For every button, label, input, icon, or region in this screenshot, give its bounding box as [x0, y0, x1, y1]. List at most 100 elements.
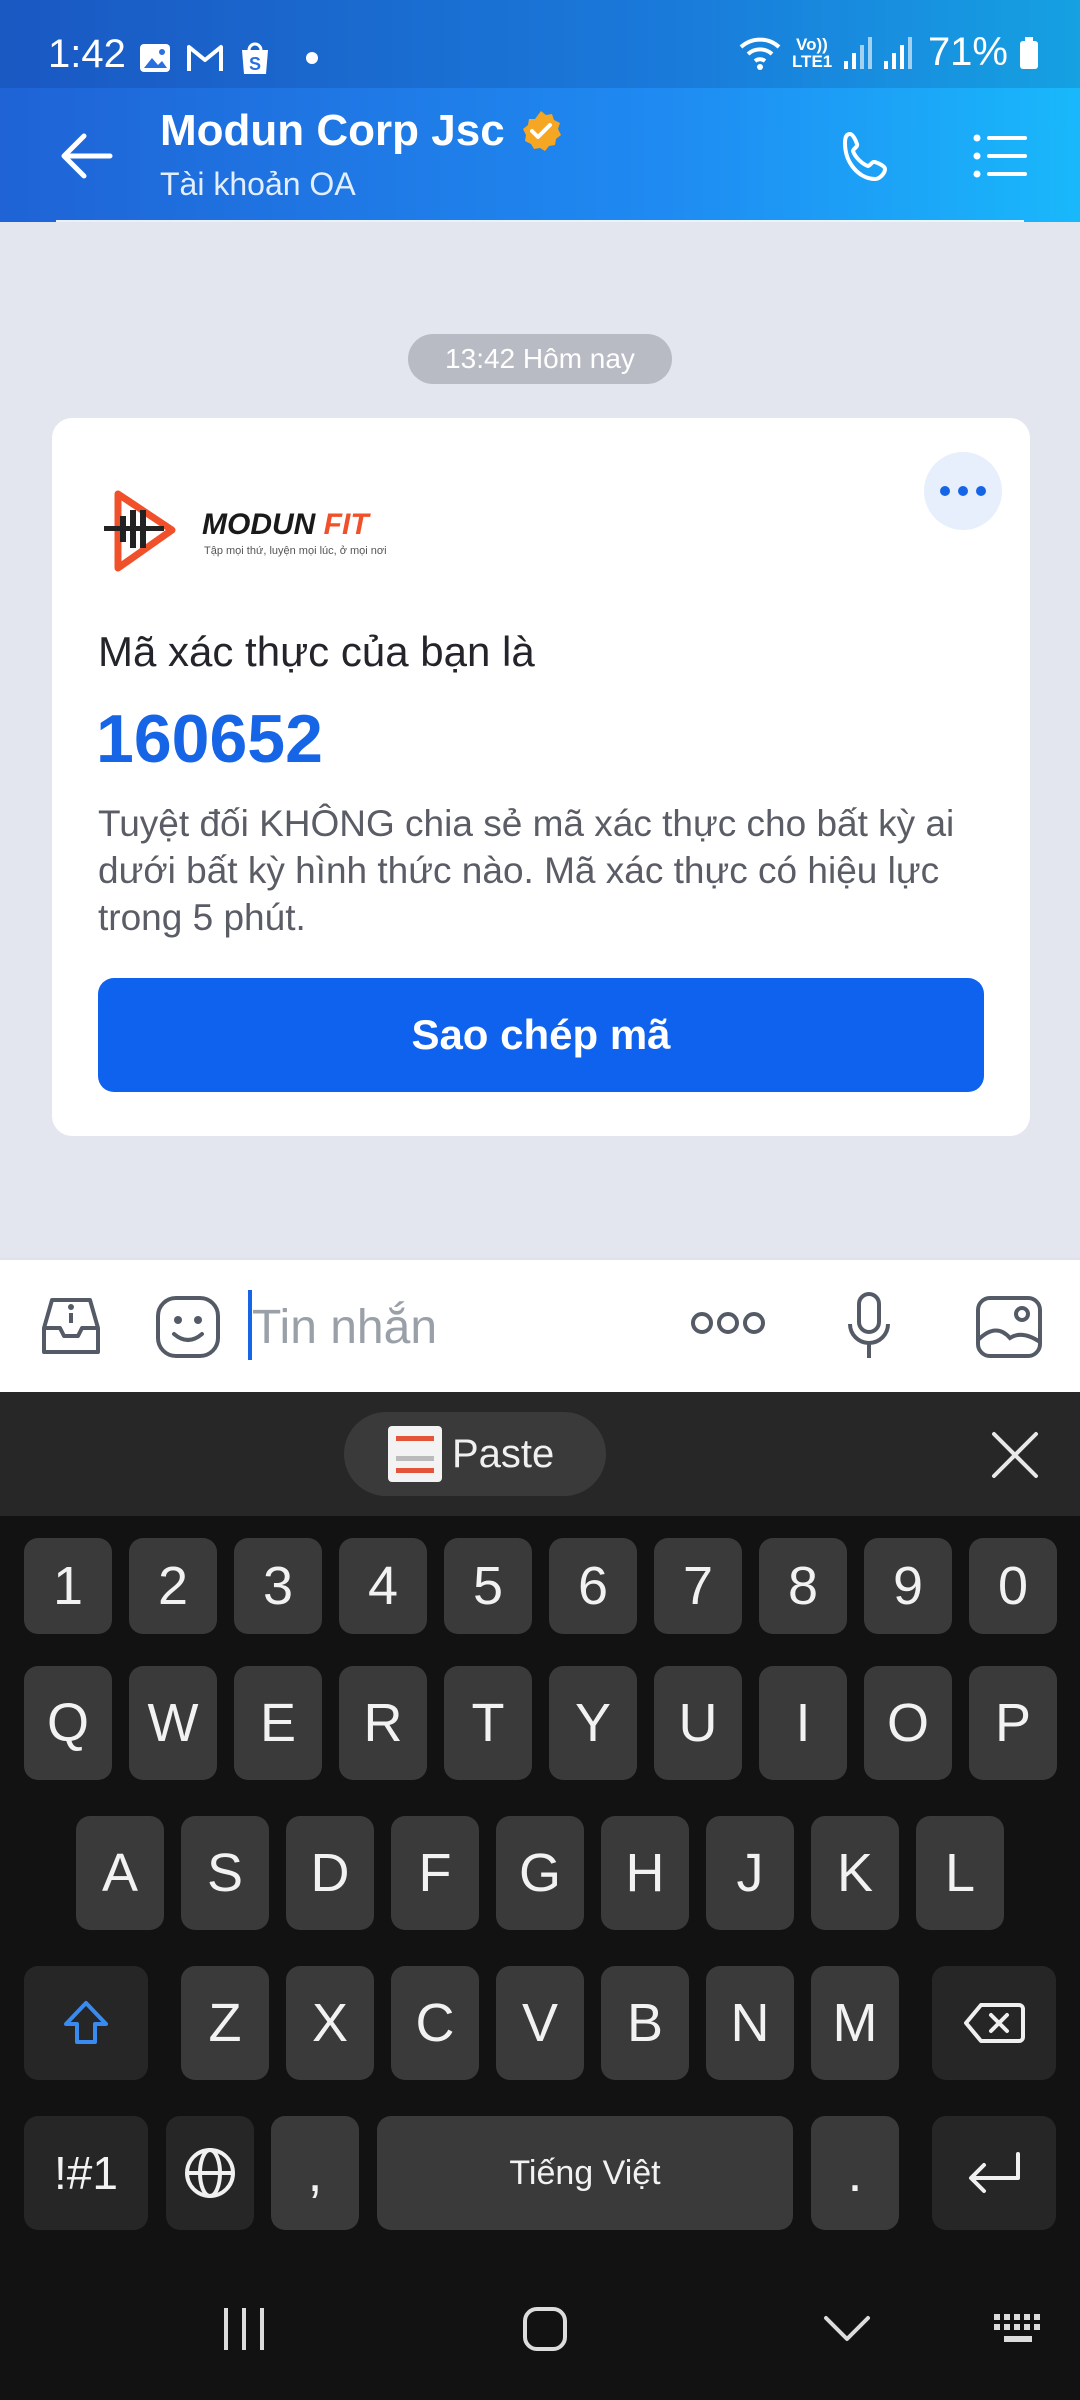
- key-p[interactable]: P: [969, 1666, 1057, 1780]
- verified-badge-icon: [522, 111, 561, 151]
- emoji-sticker-icon[interactable]: [154, 1294, 222, 1360]
- status-time: 1:42: [48, 32, 126, 76]
- key-z[interactable]: Z: [181, 1966, 269, 2080]
- app-bar: Modun Corp Jsc Tài khoản OA: [0, 88, 1080, 222]
- language-key[interactable]: [166, 2116, 254, 2230]
- status-right: Vo)) LTE1 71%: [738, 30, 1040, 75]
- key-0[interactable]: 0: [969, 1538, 1057, 1634]
- key-l[interactable]: L: [916, 1816, 1004, 1930]
- back-arrow-icon[interactable]: [56, 128, 116, 184]
- clipboard-thumbnail: [388, 1426, 442, 1482]
- key-9[interactable]: 9: [864, 1538, 952, 1634]
- copy-code-button[interactable]: Sao chép mã: [98, 978, 984, 1092]
- key-i[interactable]: I: [759, 1666, 847, 1780]
- dot-icon: [958, 486, 968, 496]
- paste-suggestion-chip[interactable]: Paste: [344, 1412, 606, 1496]
- home-icon[interactable]: [520, 2304, 570, 2354]
- key-f[interactable]: F: [391, 1816, 479, 1930]
- key-k[interactable]: K: [811, 1816, 899, 1930]
- otp-description: Tuyệt đối KHÔNG chia sẻ mã xác thực cho …: [98, 803, 955, 938]
- space-bar[interactable]: Tiếng Việt: [377, 2116, 793, 2230]
- recent-apps-icon[interactable]: [218, 2304, 270, 2354]
- key-a[interactable]: A: [76, 1816, 164, 1930]
- key-4[interactable]: 4: [339, 1538, 427, 1634]
- key-j[interactable]: J: [706, 1816, 794, 1930]
- chat-subtitle: Tài khoản OA: [160, 166, 356, 202]
- period-key[interactable]: .: [811, 2116, 899, 2230]
- close-icon[interactable]: [990, 1430, 1040, 1480]
- key-1[interactable]: 1: [24, 1538, 112, 1634]
- backspace-key[interactable]: [932, 1966, 1056, 2080]
- image-gallery-icon[interactable]: [974, 1294, 1044, 1360]
- key-s[interactable]: S: [181, 1816, 269, 1930]
- signal-icon-1: [843, 36, 872, 69]
- paste-label: Paste: [452, 1431, 555, 1476]
- svg-text:Tập mọi thứ, luyện mọi lúc, ở: Tập mọi thứ, luyện mọi lúc, ở mọi nơi: [204, 545, 387, 557]
- otp-code: 160652: [96, 701, 323, 777]
- key-y[interactable]: Y: [549, 1666, 637, 1780]
- key-3[interactable]: 3: [234, 1538, 322, 1634]
- title-row[interactable]: Modun Corp Jsc: [160, 106, 563, 156]
- inbox-info-icon[interactable]: [36, 1294, 106, 1360]
- chat-title[interactable]: Modun Corp Jsc: [160, 106, 505, 156]
- wifi-icon: [739, 37, 781, 70]
- key-g[interactable]: G: [496, 1816, 584, 1930]
- otp-message-card[interactable]: MODUN FIT Tập mọi thứ, luyện mọi lúc, ở …: [52, 418, 1030, 1136]
- backspace-icon: [964, 2003, 1025, 2043]
- globe-icon: [185, 2148, 235, 2198]
- enter-key[interactable]: [932, 2116, 1056, 2230]
- battery-icon: [1020, 36, 1038, 69]
- chat-area[interactable]: 13:42 Hôm nay MODUN FIT Tập mọi thứ, luy…: [0, 222, 1080, 1258]
- key-o[interactable]: O: [864, 1666, 952, 1780]
- key-c[interactable]: C: [391, 1966, 479, 2080]
- shift-icon: [64, 2001, 108, 2044]
- header: 1:42 S Vo)) LTE1 71% Modun Corp Jsc Tài …: [0, 0, 1080, 224]
- signal-icon-2: [883, 36, 912, 69]
- more-dots-icon[interactable]: [690, 1308, 766, 1338]
- svg-text:MODUN FIT: MODUN FIT: [202, 508, 371, 541]
- phone-call-icon[interactable]: [836, 128, 896, 188]
- status-bar: 1:42 S Vo)) LTE1 71%: [0, 0, 1080, 88]
- symbols-key[interactable]: !#1: [24, 2116, 148, 2230]
- key-t[interactable]: T: [444, 1666, 532, 1780]
- system-navigation-bar: [0, 2262, 1080, 2400]
- keyboard-switch-icon[interactable]: [992, 2312, 1048, 2350]
- key-m[interactable]: M: [811, 1966, 899, 2080]
- dot-icon: [940, 486, 950, 496]
- key-b[interactable]: B: [601, 1966, 689, 2080]
- gmail-icon: [187, 45, 223, 71]
- battery-percent: 71%: [927, 30, 1008, 74]
- more-options-button[interactable]: [924, 452, 1002, 530]
- microphone-icon[interactable]: [846, 1290, 892, 1362]
- message-timestamp: 13:42 Hôm nay: [408, 334, 672, 384]
- more-notifications-dot: [306, 52, 318, 64]
- modun-fit-logo: MODUN FIT Tập mọi thứ, luyện mọi lúc, ở …: [104, 490, 387, 572]
- svg-text:S: S: [249, 54, 261, 74]
- notification-icons: S: [138, 40, 318, 76]
- key-q[interactable]: Q: [24, 1666, 112, 1780]
- chevron-down-icon[interactable]: [822, 2304, 872, 2354]
- key-n[interactable]: N: [706, 1966, 794, 2080]
- key-2[interactable]: 2: [129, 1538, 217, 1634]
- otp-heading: Mã xác thực của bạn là: [98, 628, 535, 675]
- key-5[interactable]: 5: [444, 1538, 532, 1634]
- key-u[interactable]: U: [654, 1666, 742, 1780]
- dot-icon: [976, 486, 986, 496]
- menu-list-icon[interactable]: [972, 130, 1030, 182]
- key-v[interactable]: V: [496, 1966, 584, 2080]
- keyboard-suggestion-bar: Paste: [0, 1392, 1080, 1516]
- key-h[interactable]: H: [601, 1816, 689, 1930]
- comma-key[interactable]: ,: [271, 2116, 359, 2230]
- lte-indicator: Vo)) LTE1: [791, 34, 833, 71]
- message-input[interactable]: [252, 1282, 652, 1372]
- key-8[interactable]: 8: [759, 1538, 847, 1634]
- key-6[interactable]: 6: [549, 1538, 637, 1634]
- gallery-icon: [140, 44, 170, 72]
- key-e[interactable]: E: [234, 1666, 322, 1780]
- key-w[interactable]: W: [129, 1666, 217, 1780]
- key-d[interactable]: D: [286, 1816, 374, 1930]
- shift-key[interactable]: [24, 1966, 148, 2080]
- key-7[interactable]: 7: [654, 1538, 742, 1634]
- key-r[interactable]: R: [339, 1666, 427, 1780]
- key-x[interactable]: X: [286, 1966, 374, 2080]
